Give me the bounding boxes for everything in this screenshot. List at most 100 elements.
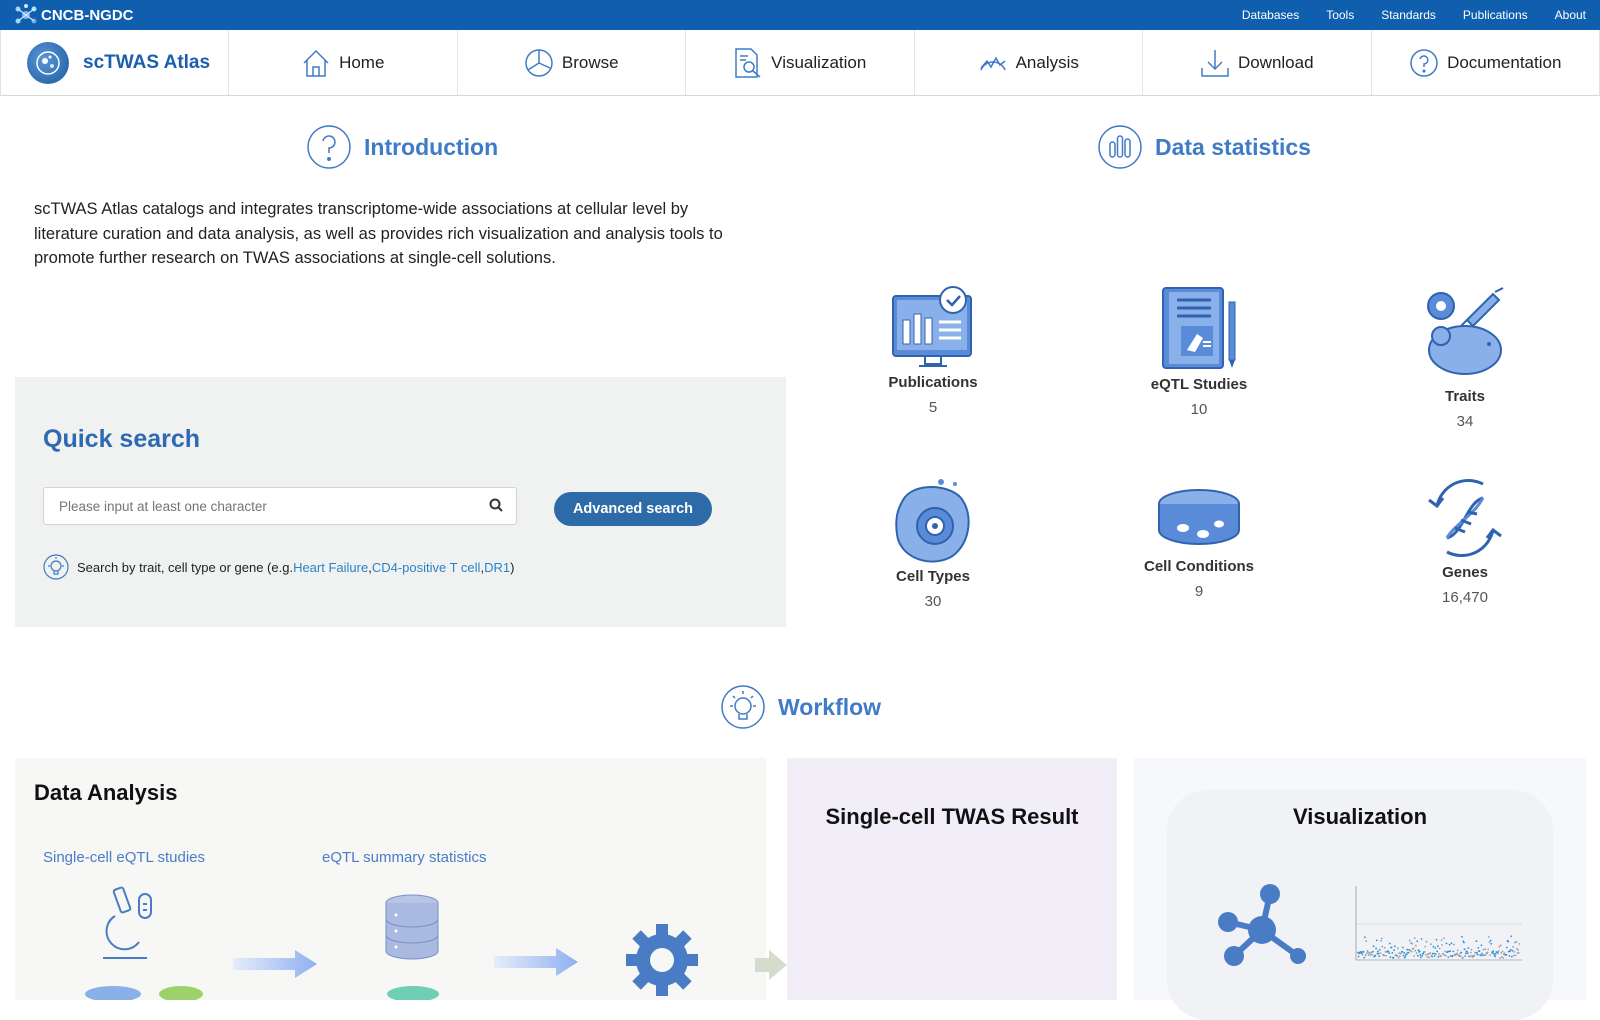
stat-publications[interactable]: Publications 5	[848, 286, 1018, 416]
manhattan-dot	[1449, 950, 1452, 953]
manhattan-dot	[1419, 953, 1422, 956]
manhattan-dot	[1388, 942, 1391, 945]
stat-cell-types[interactable]: Cell Types 30	[848, 476, 1018, 610]
home-icon	[303, 49, 329, 77]
manhattan-dot	[1406, 948, 1409, 951]
manhattan-dot	[1377, 952, 1380, 955]
manhattan-dot	[1391, 951, 1394, 954]
document-search-icon	[735, 47, 761, 78]
nav-analysis[interactable]: Analysis	[915, 30, 1143, 95]
nav-home[interactable]: Home	[229, 30, 458, 95]
manhattan-dot	[1435, 938, 1438, 941]
manhattan-dot	[1489, 954, 1491, 957]
workflow-heading: Workflow	[720, 684, 881, 730]
manhattan-dot	[1424, 945, 1427, 948]
manhattan-dot	[1463, 941, 1465, 944]
manhattan-dot	[1477, 947, 1480, 949]
manhattan-dot	[1515, 940, 1518, 943]
manhattan-dot	[1482, 948, 1485, 951]
search-input[interactable]	[44, 488, 464, 524]
manhattan-dot	[1407, 951, 1410, 954]
manhattan-dot	[1470, 948, 1473, 951]
manhattan-dot	[1385, 954, 1387, 957]
nav-browse[interactable]: Browse	[458, 30, 686, 95]
manhattan-dot	[1517, 949, 1519, 951]
stat-cell-conditions-value: 9	[1194, 583, 1204, 600]
manhattan-dot	[1436, 950, 1438, 953]
manhattan-dot	[1396, 955, 1399, 957]
topnav-tools[interactable]: Tools	[1326, 8, 1354, 22]
topnav-standards[interactable]: Standards	[1381, 8, 1436, 22]
quick-search-panel: Quick search Advanced search Search by t…	[15, 377, 786, 627]
manhattan-dot	[1461, 935, 1463, 938]
manhattan-dot	[1372, 945, 1375, 948]
manhattan-dot	[1401, 950, 1404, 953]
manhattan-dot	[1510, 935, 1513, 938]
manhattan-dot	[1436, 945, 1439, 948]
stat-cell-conditions[interactable]: Cell Conditions 9	[1114, 488, 1284, 600]
manhattan-dot	[1500, 952, 1503, 954]
manhattan-dot	[1460, 951, 1463, 954]
visualization-title: Visualization	[1292, 804, 1428, 829]
example-link-cd4-t-cell[interactable]: CD4-positive T cell	[372, 560, 481, 575]
topnav-about[interactable]: About	[1555, 8, 1586, 22]
manhattan-dot	[1416, 954, 1419, 957]
monitor-chart-icon	[892, 286, 972, 367]
manhattan-dot	[1464, 955, 1467, 957]
stat-eqtl-studies[interactable]: eQTL Studies 10	[1114, 286, 1284, 418]
manhattan-dot	[1459, 955, 1462, 958]
manhattan-dot	[1429, 952, 1432, 954]
manhattan-dot	[1487, 936, 1490, 938]
manhattan-dot	[1499, 957, 1501, 959]
manhattan-dot	[1469, 955, 1472, 958]
nav-visualization[interactable]: Visualization	[686, 30, 915, 95]
nav-documentation[interactable]: Documentation	[1372, 30, 1600, 95]
notebook-microscope-icon	[1162, 287, 1236, 369]
manhattan-dot	[1512, 954, 1515, 957]
manhattan-dot	[1502, 957, 1505, 959]
manhattan-dot	[1375, 939, 1378, 942]
lightbulb-icon	[43, 554, 69, 580]
manhattan-dot	[1506, 946, 1508, 949]
manhattan-dot	[1365, 940, 1367, 943]
manhattan-dot	[1476, 953, 1479, 956]
stat-genes[interactable]: Genes 16,470	[1380, 476, 1550, 606]
manhattan-dot	[1364, 936, 1366, 939]
manhattan-dot	[1403, 951, 1405, 954]
single-cell-eqtl-label: Single-cell eQTL studies	[43, 849, 206, 866]
molecule-logo-icon	[15, 4, 37, 24]
manhattan-dot	[1466, 952, 1469, 955]
data-statistics-heading: Data statistics	[1097, 124, 1311, 170]
analysis-wave-icon	[979, 55, 1006, 70]
manhattan-dot	[1463, 948, 1466, 951]
search-input-box[interactable]	[43, 487, 517, 525]
manhattan-dot	[1414, 949, 1417, 952]
manhattan-dot	[1378, 948, 1381, 951]
manhattan-dot	[1440, 955, 1442, 958]
advanced-search-button[interactable]: Advanced search	[554, 492, 712, 526]
topnav-databases[interactable]: Databases	[1242, 8, 1299, 22]
manhattan-dot	[1488, 941, 1491, 943]
search-icon[interactable]	[489, 498, 503, 512]
example-link-dr1[interactable]: DR1	[484, 560, 510, 575]
manhattan-dot	[1517, 952, 1520, 954]
manhattan-dot	[1423, 950, 1426, 953]
data-statistics-title: Data statistics	[1155, 133, 1311, 160]
manhattan-dot	[1415, 944, 1417, 947]
manhattan-dot	[1367, 954, 1370, 956]
manhattan-dot	[1389, 956, 1392, 958]
workflow-title: Workflow	[778, 693, 882, 720]
manhattan-dot	[1364, 954, 1367, 957]
topnav-publications[interactable]: Publications	[1463, 8, 1528, 22]
example-link-heart-failure[interactable]: Heart Failure	[293, 560, 368, 575]
manhattan-dot	[1433, 952, 1435, 955]
brand[interactable]: scTWAS Atlas	[1, 30, 229, 95]
workflow-data-analysis: Data Analysis Single-cell eQTL studies e…	[15, 758, 787, 1000]
stat-traits[interactable]: Traits 34	[1380, 286, 1550, 430]
nav-download[interactable]: Download	[1143, 30, 1372, 95]
manhattan-dot	[1390, 946, 1393, 949]
cncb-logo[interactable]: CNCB-NGDC	[14, 4, 134, 26]
manhattan-dot	[1469, 951, 1472, 954]
manhattan-dot	[1499, 944, 1502, 947]
manhattan-dot	[1494, 953, 1497, 955]
